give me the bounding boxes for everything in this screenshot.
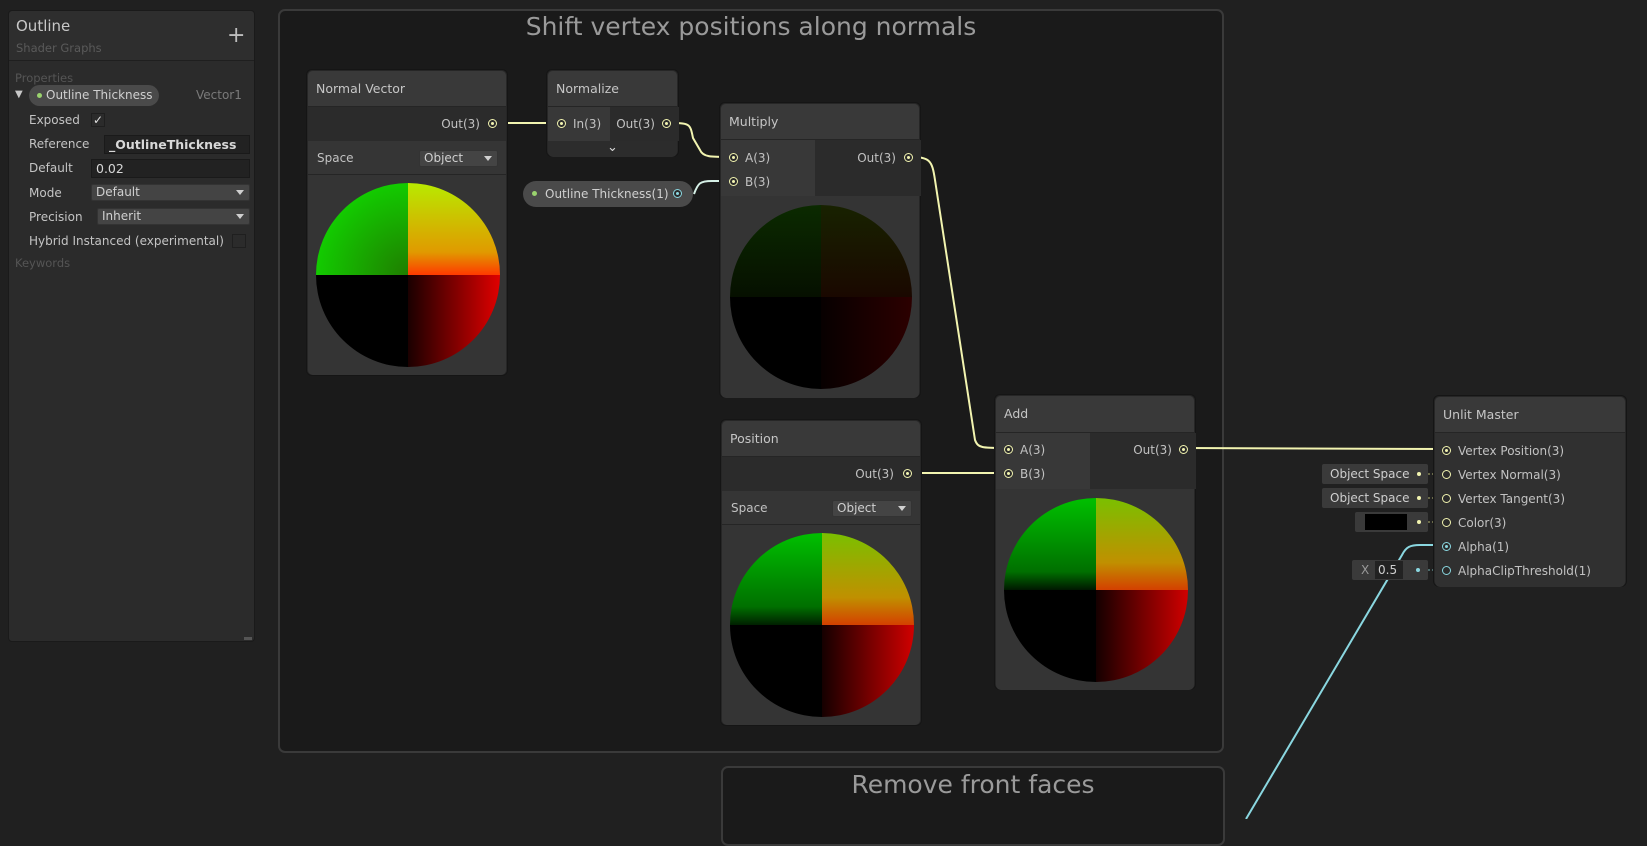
node-title[interactable]: Multiply (721, 104, 919, 140)
node-title[interactable]: Position (722, 421, 920, 457)
connector-dot-icon (1417, 496, 1421, 500)
output-port[interactable] (673, 189, 682, 198)
input-port-vertex-tangent[interactable] (1442, 494, 1451, 503)
preview-sphere (316, 183, 500, 367)
connector-dot-icon (1416, 568, 1420, 572)
clip-value-input[interactable]: 0.5 (1375, 561, 1403, 579)
port-label: Vertex Normal(3) (1458, 468, 1561, 482)
output-ports: Out(3) (308, 107, 506, 141)
output-ports: Out(3) (1090, 433, 1196, 489)
port-label: Alpha(1) (1458, 540, 1510, 554)
wire-add-to-master-vertex-position (1182, 447, 1447, 450)
preview-panel (722, 525, 920, 725)
input-port-alpha[interactable] (1442, 542, 1451, 551)
port-label: Out(3) (441, 117, 480, 131)
space-dropdown[interactable]: Object (832, 500, 912, 517)
node-title[interactable]: Normal Vector (308, 71, 506, 107)
node-title[interactable]: Unlit Master (1435, 397, 1625, 433)
preview-sphere (730, 533, 914, 717)
space-value: Object (424, 151, 464, 165)
connector-dot-icon (1417, 520, 1421, 524)
space-label: Space (317, 151, 354, 165)
node-outline-thickness-property[interactable]: Outline Thickness(1) (523, 181, 693, 207)
node-normal-vector[interactable]: Normal Vector Out(3) Space Object (307, 70, 507, 375)
node-normalize[interactable]: Normalize In(3) Out(3) ⌄ (547, 70, 679, 157)
expand-chevron-icon[interactable]: ⌄ (548, 141, 677, 157)
input-port-vertex-position[interactable] (1442, 446, 1451, 455)
port-label: In(3) (573, 117, 602, 131)
output-ports: Out(3) (815, 140, 921, 196)
axis-label: X (1361, 563, 1370, 577)
node-title[interactable]: Add (996, 396, 1194, 433)
input-ports: Vertex Position(3) Vertex Normal(3) Vert… (1435, 433, 1625, 587)
vertex-tangent-space-field[interactable]: Object Space (1322, 488, 1428, 508)
node-title[interactable]: Normalize (548, 71, 677, 107)
node-position[interactable]: Position Out(3) Space Object (721, 420, 921, 725)
wire-to-master-alpha (1245, 544, 1446, 819)
output-port[interactable] (488, 119, 497, 128)
color-field[interactable] (1355, 512, 1428, 532)
input-ports: A(3) B(3) (721, 140, 815, 196)
preview-panel (996, 489, 1194, 690)
preview-panel (308, 175, 506, 375)
space-setting-row: Space Object (308, 141, 506, 175)
node-multiply[interactable]: Multiply A(3) B(3) Out(3) (720, 103, 921, 398)
output-port[interactable] (1179, 445, 1188, 454)
input-port-a[interactable] (729, 153, 738, 162)
port-label: Out(3) (855, 467, 894, 481)
output-port[interactable] (904, 153, 913, 162)
port-label: A(3) (1020, 443, 1046, 457)
alpha-clip-threshold-field[interactable]: X 0.5 (1352, 560, 1428, 580)
input-ports: In(3) (548, 107, 610, 141)
vertex-normal-space-field[interactable]: Object Space (1322, 464, 1428, 484)
input-port[interactable] (557, 119, 566, 128)
output-port[interactable] (662, 119, 671, 128)
preview-sphere (730, 205, 912, 389)
preview-panel (721, 196, 919, 398)
port-label: A(3) (745, 151, 771, 165)
color-swatch[interactable] (1365, 514, 1407, 530)
port-label: Color(3) (1458, 516, 1507, 530)
port-label: Vertex Tangent(3) (1458, 492, 1565, 506)
connector-dot-icon (1417, 472, 1421, 476)
property-label: Outline Thickness(1) (545, 187, 669, 201)
port-label: Out(3) (1133, 443, 1172, 457)
port-label: Out(3) (616, 117, 655, 131)
space-value: Object Space (1330, 467, 1410, 481)
input-ports: A(3) B(3) (996, 433, 1090, 489)
port-label: Out(3) (857, 151, 896, 165)
port-label: AlphaClipThreshold(1) (1458, 564, 1591, 578)
space-setting-row: Space Object (722, 491, 920, 525)
input-port-alpha-clip-threshold[interactable] (1442, 566, 1451, 575)
port-label: Vertex Position(3) (1458, 444, 1565, 458)
output-ports: Out(3) (722, 457, 920, 491)
input-port-b[interactable] (1004, 469, 1013, 478)
property-dot-icon (532, 191, 537, 196)
node-add[interactable]: Add A(3) B(3) Out(3) (995, 395, 1196, 690)
preview-sphere (1004, 498, 1188, 682)
input-port-vertex-normal[interactable] (1442, 470, 1451, 479)
dropdown-arrow-icon (484, 156, 492, 161)
dropdown-arrow-icon (898, 506, 906, 511)
space-value: Object Space (1330, 491, 1410, 505)
wire-multiply-to-add-a (908, 156, 1006, 449)
output-ports: Out(3) (610, 107, 679, 141)
input-port-a[interactable] (1004, 445, 1013, 454)
space-label: Space (731, 501, 768, 515)
input-port-b[interactable] (729, 177, 738, 186)
space-dropdown[interactable]: Object (419, 150, 498, 167)
output-port[interactable] (903, 469, 912, 478)
node-unlit-master[interactable]: Unlit Master Vertex Position(3) Vertex N… (1434, 396, 1626, 587)
space-value: Object (837, 501, 877, 515)
port-label: B(3) (745, 175, 771, 189)
input-port-color[interactable] (1442, 518, 1451, 527)
port-label: B(3) (1020, 467, 1046, 481)
